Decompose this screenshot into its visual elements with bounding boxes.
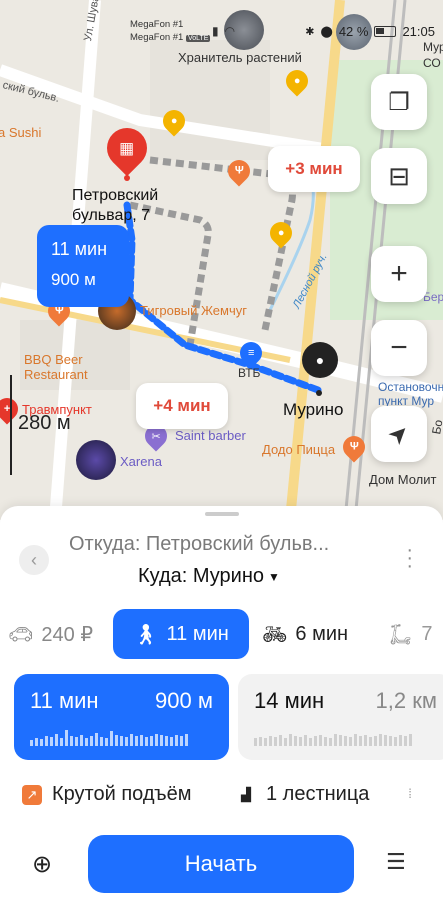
footprints-icon: ⁞ bbox=[408, 785, 412, 801]
bicycle-icon: 🚲︎ bbox=[262, 623, 288, 646]
car-icon: 🚗︎ bbox=[8, 623, 34, 646]
route-sheet: ‹ Откуда: Петровский бульв... Куда: Мури… bbox=[0, 506, 443, 900]
destination-dot bbox=[316, 390, 322, 396]
bus-icon: ⊟ bbox=[388, 160, 410, 191]
from-field[interactable]: Откуда: Петровский бульв... bbox=[69, 533, 329, 556]
label-vtb: ВТБ bbox=[238, 366, 261, 380]
climb-label: Крутой подъём bbox=[52, 783, 192, 805]
sliders-icon: ☰ bbox=[386, 849, 406, 874]
stairs-label: 1 лестница bbox=[266, 783, 370, 805]
walking-icon: 🚶︎ bbox=[133, 623, 159, 646]
transport-modes: 🚗︎ 240 ₽ 🚶︎ 11 мин 🚲︎ 6 мин 🛴︎ 7 bbox=[0, 609, 443, 659]
xarena-photo[interactable] bbox=[76, 440, 116, 480]
alt-route-bubble-plus3[interactable]: +3 мин bbox=[268, 146, 360, 192]
transport-button[interactable]: ⊟ bbox=[371, 148, 427, 204]
to-field[interactable]: Куда: Мурино ▼ bbox=[138, 565, 280, 588]
elevation-profile-2 bbox=[254, 730, 412, 746]
add-stop-button[interactable]: ⊕ bbox=[32, 850, 52, 879]
route-badge-distance: 900 м bbox=[51, 270, 96, 289]
stairs-icon: ▟ bbox=[241, 786, 251, 802]
mode-scooter[interactable]: 🛴︎ 7 bbox=[388, 609, 433, 659]
wifi-icon: ◠ bbox=[224, 24, 236, 38]
route-2-time: 14 мин bbox=[254, 688, 325, 713]
zoom-out-button[interactable]: − bbox=[371, 320, 427, 376]
status-bar: MegaFon #1 MegaFon #1 VoLTE ▮ ◠ ✱ ⬤ 42 %… bbox=[0, 0, 443, 50]
origin-dot bbox=[124, 175, 130, 181]
map-view[interactable]: MegaFon #1 MegaFon #1 VoLTE ▮ ◠ ✱ ⬤ 42 %… bbox=[0, 0, 443, 520]
carrier-1: MegaFon #1 bbox=[130, 19, 184, 30]
route-features: ↗ Крутой подъём ▟ 1 лестница ⁞ bbox=[0, 783, 443, 813]
taxi-price: 240 ₽ bbox=[41, 623, 94, 646]
feature-climb: ↗ Крутой подъём bbox=[22, 783, 191, 806]
scooter-time: 7 bbox=[421, 622, 433, 645]
elevation-profile bbox=[30, 730, 188, 746]
route-time-badge[interactable]: 11 мин 900 м bbox=[37, 225, 129, 307]
status-right: ✱ ⬤ 42 % 21:05 bbox=[305, 24, 435, 39]
label-right-edge-1: Мурин bbox=[423, 40, 443, 54]
scooter-icon: 🛴︎ bbox=[388, 623, 414, 646]
minus-icon: − bbox=[390, 331, 408, 364]
bluetooth-icon: ✱ bbox=[305, 26, 315, 38]
label-xarena: Xarena bbox=[120, 454, 162, 469]
clock: 21:05 bbox=[402, 24, 435, 39]
map-scale-bar bbox=[10, 375, 12, 475]
feature-stairs: ▟ 1 лестница bbox=[236, 783, 369, 806]
label-plant-keeper: Хранитель растений bbox=[178, 50, 302, 65]
feature-more: ⁞ bbox=[400, 783, 420, 803]
label-murino: Мурино bbox=[283, 400, 344, 419]
route-option-1[interactable]: 11 мин 900 м bbox=[14, 674, 229, 760]
label-origin: Петровский бульвар, 7 bbox=[72, 187, 159, 224]
location-icon: ⬤ bbox=[320, 26, 333, 38]
label-sushi: a Sushi bbox=[0, 125, 42, 140]
mode-walk[interactable]: 🚶︎ 11 мин bbox=[113, 609, 249, 659]
map-scale-label: 280 м bbox=[18, 412, 71, 434]
destination-pin-icon[interactable]: ● bbox=[302, 342, 338, 378]
steep-climb-icon: ↗ bbox=[22, 784, 42, 805]
back-button[interactable]: ‹ bbox=[19, 545, 49, 575]
walk-time: 11 мин bbox=[166, 622, 229, 645]
pin-icon: ● bbox=[315, 352, 325, 368]
navigation-arrow-icon: ➤ bbox=[382, 417, 416, 451]
signal-icon: ▮ bbox=[212, 24, 219, 38]
building-icon: ▦ bbox=[119, 140, 135, 157]
label-tiger-pearl: Тигровый Жемчуг bbox=[140, 303, 247, 318]
volte-badge: VoLTE bbox=[185, 35, 211, 42]
label-bo: Бо bbox=[429, 418, 443, 436]
to-label: Куда: Мурино bbox=[138, 565, 265, 587]
chevron-left-icon: ‹ bbox=[31, 549, 37, 570]
battery-icon bbox=[374, 26, 397, 37]
route-2-distance: 1,2 км bbox=[375, 688, 437, 713]
carrier-2: MegaFon #1 VoLTE bbox=[130, 32, 211, 43]
route-settings-button[interactable]: ☰ bbox=[386, 849, 406, 875]
label-bbq: BBQ Beer Restaurant bbox=[24, 352, 88, 382]
add-location-icon: ⊕ bbox=[32, 851, 53, 878]
battery-percent: 42 % bbox=[338, 24, 369, 39]
label-right-edge-2: СО bbox=[423, 56, 441, 70]
label-dom-molit: Дом Молит bbox=[369, 472, 437, 487]
bike-time: 6 мин bbox=[295, 622, 349, 645]
label-saint-barber: Saint barber bbox=[175, 428, 246, 443]
mode-bike[interactable]: 🚲︎ 6 мин bbox=[262, 609, 348, 659]
layers-button[interactable]: ❐ bbox=[371, 74, 427, 130]
label-station: Остановочный пункт Мур bbox=[378, 380, 443, 408]
status-icons: ▮ ◠ bbox=[212, 24, 235, 38]
route-option-2[interactable]: 14 мин 1,2 км bbox=[238, 674, 443, 760]
route-1-distance: 900 м bbox=[155, 688, 213, 713]
caret-down-icon: ▼ bbox=[268, 569, 280, 584]
layers-icon: ❐ bbox=[388, 88, 410, 116]
route-1-time: 11 мин bbox=[30, 688, 99, 713]
start-button[interactable]: Начать bbox=[88, 835, 354, 893]
action-row: ⊕ Начать ☰ bbox=[0, 834, 443, 894]
label-dodo: Додо Пицца bbox=[262, 442, 336, 457]
sheet-grabber[interactable] bbox=[205, 512, 239, 516]
zoom-in-button[interactable]: + bbox=[371, 246, 427, 302]
route-badge-time: 11 мин bbox=[51, 239, 108, 259]
mode-taxi[interactable]: 🚗︎ 240 ₽ bbox=[8, 609, 93, 659]
my-location-button[interactable]: ➤ bbox=[371, 406, 427, 462]
alt-route-bubble-plus4[interactable]: +4 мин bbox=[136, 383, 228, 429]
plus-icon: + bbox=[390, 257, 408, 290]
more-options-icon[interactable]: · · · bbox=[406, 540, 413, 576]
